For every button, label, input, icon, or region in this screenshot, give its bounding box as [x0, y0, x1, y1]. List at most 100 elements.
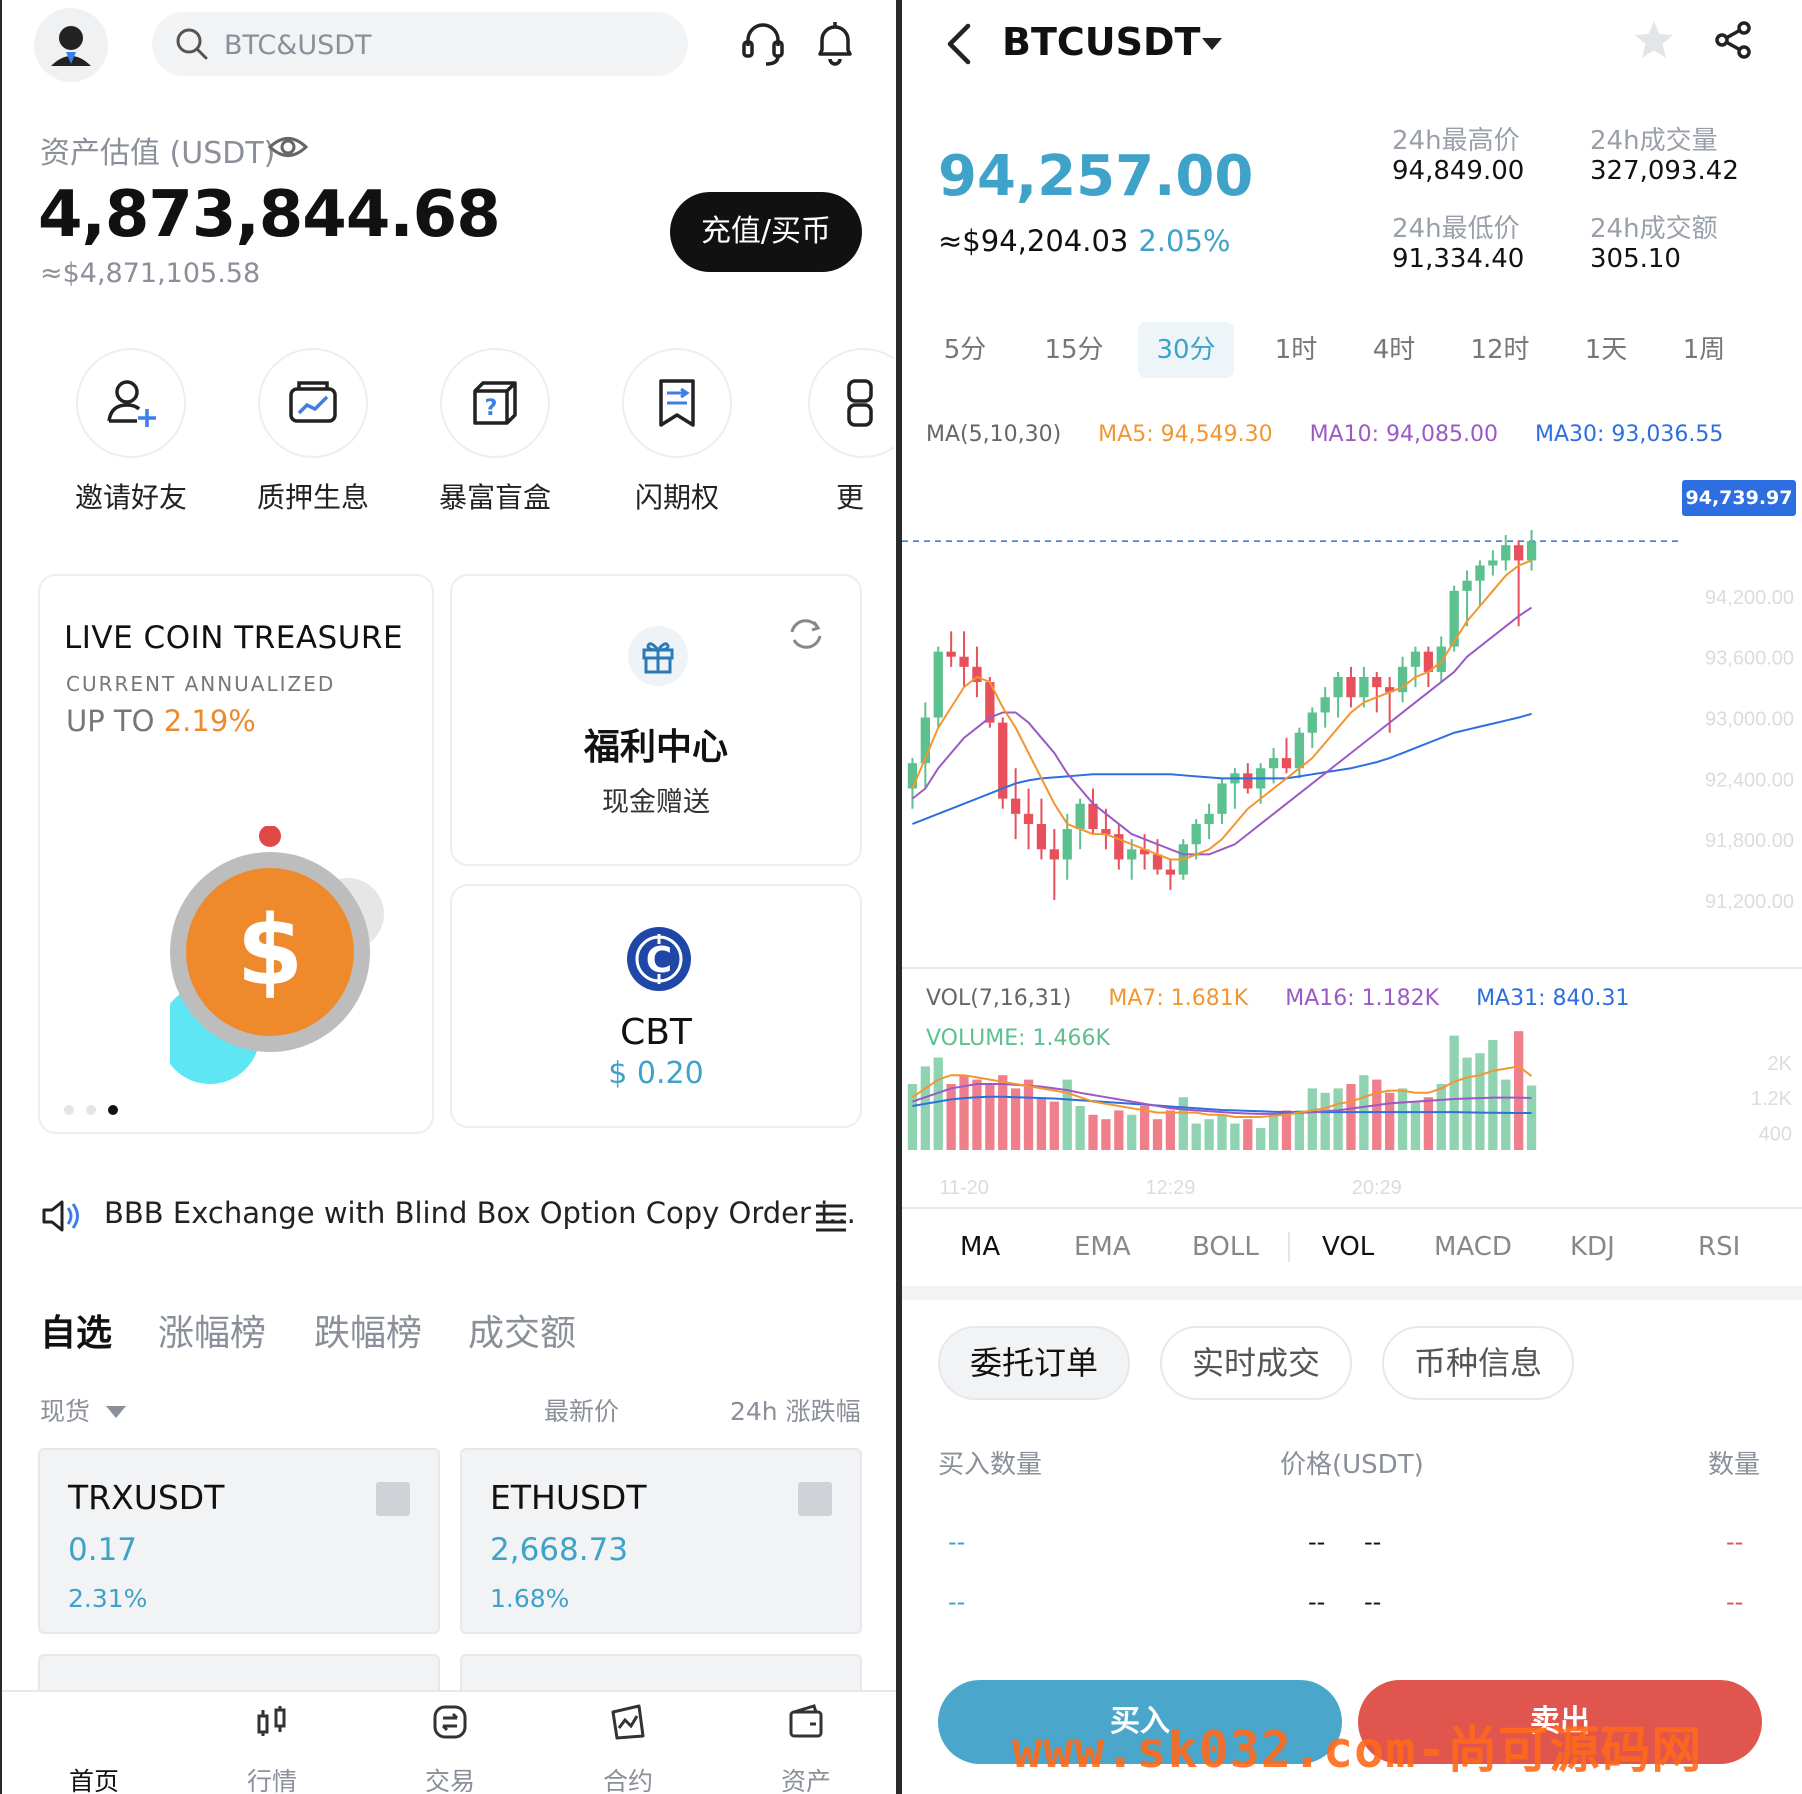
treasure-rate-label: UP TO [66, 704, 164, 738]
volume-bar [1462, 1057, 1472, 1150]
amount-value: 305.10 [1590, 244, 1681, 274]
tab-trades[interactable]: 实时成交 [1160, 1326, 1352, 1400]
flash-option-icon [659, 379, 695, 427]
volume-bar [1075, 1106, 1085, 1150]
tab-volume[interactable]: 成交额 [468, 1304, 576, 1356]
notification-bell-icon[interactable] [810, 18, 860, 68]
nav-market[interactable]: 行情 [202, 1692, 342, 1794]
orderbook-cell: -- [1308, 1588, 1326, 1616]
eye-icon[interactable] [268, 132, 308, 162]
pair-card-trx[interactable]: TRXUSDT 0.17 2.31% [38, 1448, 440, 1634]
indicator-ema[interactable]: EMA [1074, 1232, 1131, 1262]
nav-futures[interactable]: 合约 [558, 1692, 698, 1794]
timeframe-1h[interactable]: 1时 [1256, 322, 1336, 378]
list-menu-icon[interactable] [814, 1200, 848, 1234]
ma5-value: MA5: 94,549.30 [1098, 422, 1273, 447]
volume-bar [920, 1066, 930, 1150]
tab-watchlist[interactable]: 自选 [40, 1304, 112, 1356]
volume-chart[interactable]: 2K 1.2K 400 11-20 12:29 20:29 [902, 1000, 1802, 1210]
volume-value: 327,093.42 [1590, 156, 1739, 186]
volume-bar [1410, 1101, 1421, 1150]
cbt-card[interactable]: C CBT $ 0.20 [450, 884, 862, 1128]
candle-body [1217, 783, 1227, 814]
pair-card-eth[interactable]: ETHUSDT 2,668.73 1.68% [460, 1448, 862, 1634]
customer-service-icon[interactable] [738, 18, 788, 68]
tab-losers[interactable]: 跌幅榜 [314, 1304, 422, 1356]
nav-trade[interactable]: 交易 [380, 1692, 520, 1794]
dropdown-triangle-icon [105, 1406, 126, 1418]
pair-price: 0.17 [68, 1532, 138, 1568]
pair-change: 2.31% [68, 1584, 148, 1613]
indicator-kdj[interactable]: KDJ [1570, 1232, 1615, 1262]
timeframe-5m[interactable]: 5分 [930, 322, 1000, 378]
announcement-text: BBB Exchange with Blind Box Option Copy … [104, 1196, 856, 1230]
change-column-header: 24h 涨跌幅 [730, 1397, 861, 1426]
favorite-checkbox[interactable] [798, 1482, 832, 1516]
volume-bar [1526, 1085, 1537, 1150]
quick-more[interactable]: 更 [784, 348, 894, 516]
vol-tick-label: 400 [1759, 1123, 1792, 1145]
volume-bar [1088, 1114, 1098, 1150]
price-column-header: 最新价 [544, 1397, 620, 1426]
orderbook-price-header: 价格(USDT) [1280, 1450, 1424, 1480]
timeframe-15m[interactable]: 15分 [1028, 322, 1120, 378]
pair-price: 2,668.73 [490, 1532, 629, 1568]
volume-bar [1475, 1053, 1485, 1150]
tab-gainers[interactable]: 涨幅榜 [158, 1304, 266, 1356]
welfare-subtitle: 现金赠送 [602, 787, 710, 818]
timeframe-4h[interactable]: 4时 [1354, 322, 1434, 378]
pair-dropdown-icon[interactable] [1200, 36, 1224, 52]
asset-usd: ≈$4,871,105.58 [40, 258, 261, 289]
timeframe-12h[interactable]: 12时 [1452, 322, 1548, 378]
nav-assets[interactable]: 资产 [736, 1692, 876, 1794]
avatar[interactable] [34, 8, 108, 82]
pair-change: 1.68% [490, 1584, 570, 1613]
indicator-macd[interactable]: MACD [1434, 1232, 1512, 1262]
indicator-divider [1288, 1232, 1290, 1262]
home-screen: BTC&USDT 资产估值 (USDT) 4,873,844.68 ≈$4,87… [2, 0, 896, 1794]
timeframe-1w[interactable]: 1周 [1664, 322, 1744, 378]
last-price: 94,257.00 [938, 144, 1254, 209]
pair-title[interactable]: BTCUSDT [1002, 20, 1200, 64]
x-tick-label: 20:29 [1352, 1177, 1402, 1199]
indicator-vol[interactable]: VOL [1322, 1232, 1374, 1262]
timeframe-1d[interactable]: 1天 [1566, 322, 1646, 378]
section-divider [902, 1286, 1802, 1300]
favorite-checkbox[interactable] [376, 1482, 410, 1516]
deposit-buy-button[interactable]: 充值/买币 [670, 192, 862, 272]
volume-bar [1436, 1084, 1446, 1150]
nav-home-label: 首页 [68, 1767, 119, 1794]
candlestick-chart[interactable]: 94,200.00 93,600.00 93,000.00 92,400.00 91,8… [902, 470, 1802, 970]
indicator-rsi[interactable]: RSI [1698, 1232, 1740, 1262]
volume-bar [1101, 1119, 1111, 1150]
treasure-card[interactable]: LIVE COIN TREASURE CURRENT ANNUALIZED UP… [38, 574, 434, 1134]
quick-blind-box[interactable]: ? 暴富盲盒 [420, 348, 570, 516]
vol-tick-label: 2K [1768, 1053, 1793, 1075]
quick-flash-option[interactable]: 闪期权 [602, 348, 752, 516]
ma-legend: MA(5,10,30) MA5: 94,549.30 MA10: 94,085.… [926, 422, 1753, 447]
tab-coin-info[interactable]: 币种信息 [1382, 1326, 1574, 1400]
timeframe-30m[interactable]: 30分 [1138, 322, 1234, 378]
quick-staking[interactable]: 质押生息 [238, 348, 388, 516]
volume-bar [1294, 1110, 1305, 1150]
coin-illustration-icon: $ [170, 826, 384, 1084]
back-arrow-icon[interactable] [942, 22, 978, 66]
nav-home[interactable]: 首页 [24, 1692, 164, 1794]
announcement-bar[interactable]: BBB Exchange with Blind Box Option Copy … [40, 1192, 860, 1242]
quick-invite[interactable]: 邀请好友 [56, 348, 206, 516]
tab-orders[interactable]: 委托订单 [938, 1326, 1130, 1400]
volume-bar [1114, 1110, 1124, 1150]
cbt-price: $ 0.20 [608, 1056, 704, 1091]
indicator-boll[interactable]: BOLL [1192, 1232, 1259, 1262]
spot-filter[interactable]: 现货 [40, 1392, 128, 1428]
bottom-nav: 首页 行情 交易 合约 资产 [2, 1690, 896, 1794]
search-input[interactable]: BTC&USDT [152, 12, 688, 76]
price-usd-approx: ≈$94,204.03 [938, 224, 1129, 258]
indicator-ma[interactable]: MA [960, 1232, 1000, 1262]
candle-body [1268, 758, 1279, 769]
favorite-star-icon[interactable] [1632, 18, 1676, 62]
refresh-icon[interactable] [786, 614, 826, 654]
share-icon[interactable] [1714, 20, 1754, 60]
vol-tick-label: 1.2K [1751, 1088, 1793, 1110]
welfare-card[interactable]: 福利中心 现金赠送 [450, 574, 862, 866]
